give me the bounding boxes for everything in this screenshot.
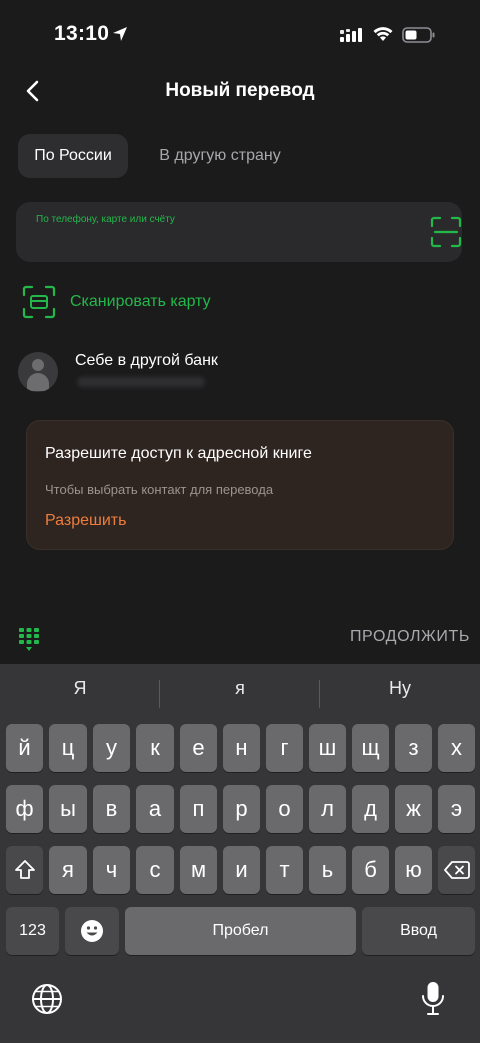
signal-icon [340,28,362,42]
key-19[interactable]: л [309,785,346,833]
key-10[interactable]: з [395,724,432,772]
avatar [18,352,58,392]
key-12[interactable]: ф [6,785,43,833]
shift-key[interactable] [6,846,43,894]
key-20[interactable]: д [352,785,389,833]
key-16[interactable]: п [180,785,217,833]
key-29[interactable]: ь [309,846,346,894]
backspace-key[interactable] [438,846,475,894]
key-28[interactable]: т [266,846,303,894]
key-17[interactable]: р [223,785,260,833]
key-21[interactable]: ж [395,785,432,833]
shift-icon [14,860,35,879]
key-24[interactable]: ч [93,846,130,894]
numbers-key[interactable]: 123 [6,907,59,955]
battery-icon [402,27,435,43]
key-26[interactable]: м [180,846,217,894]
key-30[interactable]: б [352,846,389,894]
allow-access-button[interactable]: Разрешить [45,512,126,530]
keyboard: Я я Ну й ц у к е н г ш щ з х ф ы в а п р… [0,664,480,1043]
wifi-icon [373,27,393,41]
page-title: Новый перевод [165,80,315,101]
tab-other-country[interactable]: В другую страну [140,134,300,178]
key-8[interactable]: ш [309,724,346,772]
key-14[interactable]: в [93,785,130,833]
key-22[interactable]: э [438,785,475,833]
key-15[interactable]: а [136,785,174,833]
self-transfer-subtitle-redacted [77,377,205,387]
key-1[interactable]: й [6,724,43,772]
emoji-key[interactable] [65,907,119,955]
scan-frame-icon[interactable] [430,216,462,248]
return-key[interactable]: Ввод [362,907,475,955]
key-9[interactable]: щ [352,724,389,772]
globe-icon[interactable] [30,982,64,1016]
key-31[interactable]: ю [395,846,432,894]
key-6[interactable]: н [223,724,260,772]
microphone-icon[interactable] [420,980,446,1018]
self-transfer-title: Себе в другой банк [75,352,218,369]
space-key[interactable]: Пробел [125,907,356,955]
suggestion-bar: Я я Ну [0,664,480,724]
recipient-input[interactable]: По телефону, карте или счёту [16,202,462,262]
key-23[interactable]: я [49,846,87,894]
avatar-body [27,373,49,391]
key-4[interactable]: к [136,724,174,772]
key-13[interactable]: ы [49,785,87,833]
key-5[interactable]: е [180,724,217,772]
self-transfer-item[interactable]: Себе в другой банк [18,344,458,398]
numpad-grid-icon[interactable] [16,626,42,652]
avatar-head [32,359,44,371]
key-25[interactable]: с [136,846,174,894]
key-2[interactable]: ц [49,724,87,772]
suggestion-2[interactable]: я [160,678,320,699]
permission-title: Разрешите доступ к адресной книге [45,445,312,462]
suggestion-3[interactable]: Ну [320,678,480,699]
scan-card-button[interactable]: Сканировать карту [22,284,282,320]
permission-description: Чтобы выбрать контакт для перевода [45,482,274,497]
status-bar: 13:10 [0,0,480,70]
contacts-permission-card: Разрешите доступ к адресной книге Чтобы … [26,420,454,550]
key-11[interactable]: х [438,724,475,772]
suggestion-1[interactable]: Я [0,678,160,699]
key-18[interactable]: о [266,785,303,833]
tab-russia[interactable]: По России [18,134,128,178]
transfer-screen: 13:10 Новый перевод По России В другую с… [0,0,480,1043]
emoji-icon [81,920,103,942]
recipient-input-label: По телефону, карте или счёту [36,214,175,225]
key-3[interactable]: у [93,724,130,772]
key-27[interactable]: и [223,846,260,894]
continue-button[interactable]: ПРОДОЛЖИТЬ [350,628,470,646]
status-time: 13:10 [54,22,110,45]
card-scan-icon [22,285,56,319]
backspace-icon [443,861,470,879]
key-7[interactable]: г [266,724,303,772]
location-arrow-icon [113,27,127,41]
scan-card-label: Сканировать карту [70,293,211,310]
